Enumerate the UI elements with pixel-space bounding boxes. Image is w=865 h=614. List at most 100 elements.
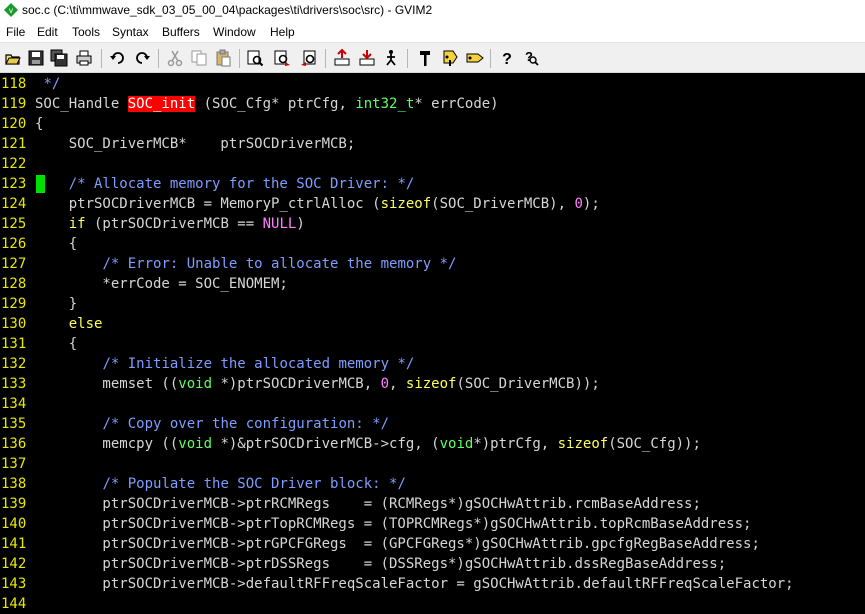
undo-icon[interactable] [108,48,128,68]
toolbar-separator [101,49,102,68]
code-text: ptrSOCDriverMCB->ptrTopRCMRegs = (TOPRCM… [35,514,751,534]
code-text: memset ((void *)ptrSOCDriverMCB, 0, size… [35,374,600,394]
code-line[interactable]: 121 SOC_DriverMCB* ptrSOCDriverMCB; [0,134,865,154]
code-line[interactable]: 132 /* Initialize the allocated memory *… [0,354,865,374]
code-token: 0 [574,196,583,212]
menu-edit[interactable]: Edit [37,25,58,39]
code-line[interactable]: 131 { [0,334,865,354]
code-editor[interactable]: 118 */ 119 SOC_Handle SOC_init (SOC_Cfg* p… [0,73,865,614]
code-token: ptrSOCDriverMCB->ptrRCMRegs = (RCMRegs*)… [35,496,701,512]
menu-window[interactable]: Window [213,25,256,39]
help-icon[interactable]: ? [497,48,517,68]
line-number: 123 [1,176,27,192]
menu-help[interactable]: Help [270,25,295,39]
code-line[interactable]: 126 { [0,234,865,254]
code-token: /* Initialize the allocated memory */ [102,356,415,372]
cut-icon[interactable] [165,48,185,68]
code-text: ptrSOCDriverMCB->ptrGPCFGRegs = (GPCFGRe… [35,534,759,554]
menu-file[interactable]: File [6,25,25,39]
find-next-icon[interactable] [272,48,292,68]
svg-text:?: ? [502,51,512,68]
code-line[interactable]: 129 } [0,294,865,314]
menu-syntax[interactable]: Syntax [112,25,149,39]
code-token: } [35,296,78,312]
code-line[interactable]: 143 ptrSOCDriverMCB->defaultRFFreqScaleF… [0,574,865,594]
code-line[interactable]: 124 ptrSOCDriverMCB = MemoryP_ctrlAlloc … [0,194,865,214]
build-tags-icon[interactable] [440,48,460,68]
code-line[interactable]: 120 { [0,114,865,134]
code-line[interactable]: 118 */ [0,74,865,94]
code-line[interactable]: 136 memcpy ((void *)&ptrSOCDriverMCB->cf… [0,434,865,454]
code-token: ); [582,196,600,212]
toolbar-separator [325,49,326,68]
code-token: { [35,116,44,132]
toolbar-separator [239,49,240,68]
code-token: (SOC_DriverMCB)); [456,376,600,392]
code-line[interactable]: 119 SOC_Handle SOC_init (SOC_Cfg* ptrCfg,… [0,94,865,114]
code-line[interactable]: 144 [0,594,865,614]
code-line[interactable]: 123 /* Allocate memory for the SOC Drive… [0,174,865,194]
menu-tools[interactable]: Tools [72,25,100,39]
find-replace-icon[interactable] [245,48,265,68]
code-line[interactable]: 128 *errCode = SOC_ENOMEM; [0,274,865,294]
code-line[interactable]: 137 [0,454,865,474]
code-token: * errCode) [414,96,499,112]
menu-buffers[interactable]: Buffers [162,25,200,39]
code-line[interactable]: 133 memset ((void *)ptrSOCDriverMCB, 0, … [0,374,865,394]
line-number: 144 [1,596,27,612]
code-token: ) [296,216,305,232]
code-text: /* Copy over the configuration: */ [35,414,389,434]
redo-icon[interactable] [132,48,152,68]
code-text: ptrSOCDriverMCB = MemoryP_ctrlAlloc (siz… [35,194,600,214]
code-token: sizeof [405,376,457,392]
save-session-icon[interactable] [357,48,377,68]
line-number: 127 [1,256,27,272]
code-text: } [35,294,77,314]
code-token: SOC_DriverMCB* ptrSOCDriverMCB; [35,136,356,152]
line-number: 121 [1,136,27,152]
code-token: /* Copy over the configuration: */ [102,416,390,432]
code-line[interactable]: 130 else [0,314,865,334]
code-line[interactable]: 140 ptrSOCDriverMCB->ptrTopRCMRegs = (TO… [0,514,865,534]
line-number: 134 [1,396,27,412]
code-line[interactable]: 141 ptrSOCDriverMCB->ptrGPCFGRegs = (GPC… [0,534,865,554]
code-token: void [178,436,213,452]
print-icon[interactable] [74,48,94,68]
open-icon[interactable] [3,48,23,68]
code-text: { [35,114,43,134]
line-number: 139 [1,496,27,512]
code-line[interactable]: 142 ptrSOCDriverMCB->ptrDSSRegs = (DSSRe… [0,554,865,574]
tag-jump-icon[interactable] [465,48,485,68]
make-icon[interactable] [415,48,435,68]
code-text: else [35,314,103,334]
code-line[interactable]: 138 /* Populate the SOC Driver block: */ [0,474,865,494]
line-number: 130 [1,316,27,332]
code-line[interactable]: 134 [0,394,865,414]
code-line[interactable]: 135 /* Copy over the configuration: */ [0,414,865,434]
find-prev-icon[interactable] [299,48,319,68]
code-line[interactable]: 139 ptrSOCDriverMCB->ptrRCMRegs = (RCMRe… [0,494,865,514]
load-session-icon[interactable] [332,48,352,68]
line-number: 122 [1,156,27,172]
code-text: ptrSOCDriverMCB->defaultRFFreqScaleFacto… [35,574,793,594]
line-number: 143 [1,576,27,592]
save-all-icon[interactable] [49,48,69,68]
code-text: */ [35,74,60,94]
code-token: memcpy (( [35,436,179,452]
save-icon[interactable] [26,48,46,68]
code-line[interactable]: 122 [0,154,865,174]
copy-icon[interactable] [189,48,209,68]
line-number: 132 [1,356,27,372]
line-number: 129 [1,296,27,312]
code-line[interactable]: 125 if (ptrSOCDriverMCB == NULL) [0,214,865,234]
code-text: { [35,334,77,354]
line-number: 118 [1,76,27,92]
menu-bar: File Edit Tools Syntax Buffers Window He… [0,23,865,42]
paste-icon[interactable] [213,48,233,68]
find-help-icon[interactable]: ? [521,48,541,68]
run-script-icon[interactable] [381,48,401,68]
code-line[interactable]: 127 /* Error: Unable to allocate the mem… [0,254,865,274]
